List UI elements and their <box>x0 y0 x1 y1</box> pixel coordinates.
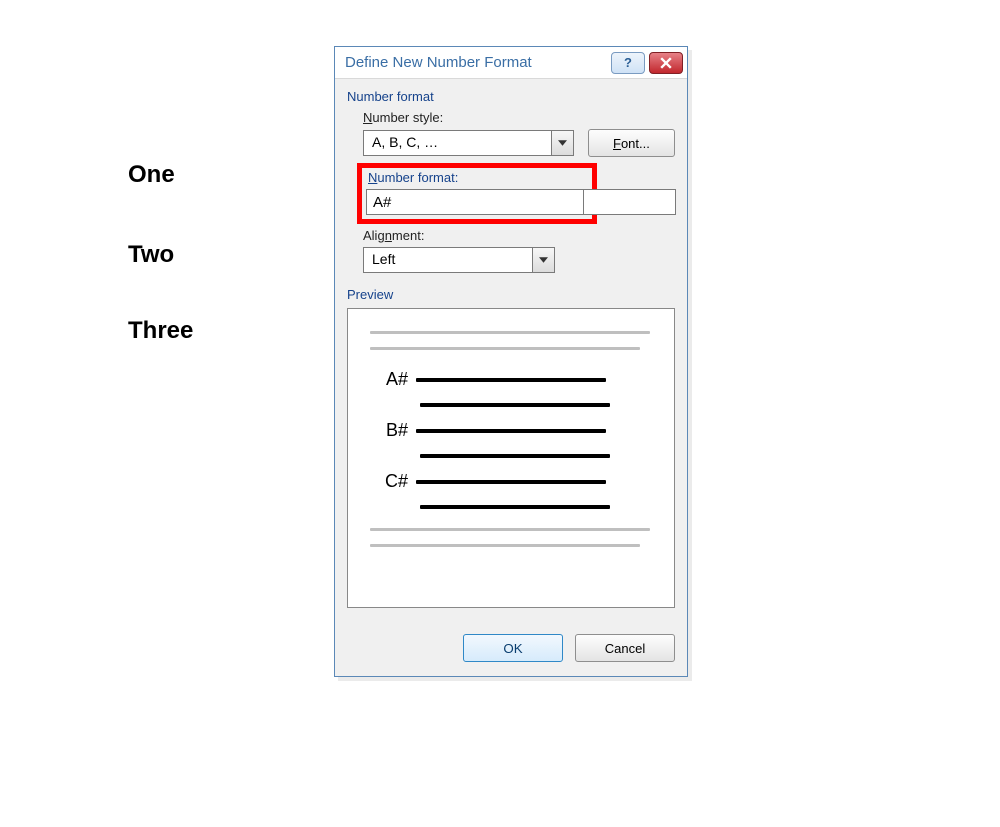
step-two-label: Two <box>128 243 193 267</box>
preview-context-line <box>370 544 640 547</box>
chevron-down-icon <box>558 140 567 146</box>
preview-context-line <box>370 528 650 531</box>
preview-item-2-label: B# <box>370 420 408 441</box>
preview-item-line <box>416 378 606 382</box>
preview-item-3-label: C# <box>370 471 408 492</box>
help-icon: ? <box>624 55 632 70</box>
alignment-value: Left <box>364 248 532 272</box>
preview-item-1-label: A# <box>370 369 408 390</box>
close-icon <box>660 57 672 69</box>
number-format-label: Number format: <box>368 170 588 185</box>
preview-box: A# B# C# <box>347 308 675 608</box>
number-format-input-extension <box>584 189 676 215</box>
preview-item-line <box>420 505 610 509</box>
step-one-label: One <box>128 163 193 187</box>
dialog-title: Define New Number Format <box>345 54 532 71</box>
number-format-input[interactable] <box>366 189 584 215</box>
preview-item-line <box>420 403 610 407</box>
preview-context-line <box>370 347 640 350</box>
number-format-group-label: Number format <box>347 89 675 104</box>
number-style-label: Number style: <box>363 110 675 125</box>
instruction-step-list: One Two Three <box>128 163 193 343</box>
font-button-label-rest: ont... <box>621 136 650 151</box>
alignment-dropdown-button[interactable] <box>532 248 554 272</box>
step-three-label: Three <box>128 319 193 343</box>
dialog-footer: OK Cancel <box>335 620 687 676</box>
define-new-number-format-dialog: Define New Number Format ? Number format… <box>334 46 688 677</box>
highlight-number-format: Number format: <box>357 163 597 224</box>
number-style-dropdown-button[interactable] <box>551 131 573 155</box>
ok-button[interactable]: OK <box>463 634 563 662</box>
close-button[interactable] <box>649 52 683 74</box>
font-button[interactable]: Font... <box>588 129 675 157</box>
chevron-down-icon <box>539 257 548 263</box>
preview-context-line <box>370 331 650 334</box>
number-style-combo[interactable]: A, B, C, … <box>363 130 574 156</box>
alignment-combo[interactable]: Left <box>363 247 555 273</box>
preview-item-line <box>416 429 606 433</box>
number-style-value: A, B, C, … <box>364 131 551 155</box>
help-button[interactable]: ? <box>611 52 645 74</box>
cancel-button[interactable]: Cancel <box>575 634 675 662</box>
preview-item-line <box>420 454 610 458</box>
titlebar[interactable]: Define New Number Format ? <box>335 47 687 79</box>
preview-group-label: Preview <box>347 287 675 302</box>
preview-item-line <box>416 480 606 484</box>
alignment-label: Alignment: <box>363 228 675 243</box>
